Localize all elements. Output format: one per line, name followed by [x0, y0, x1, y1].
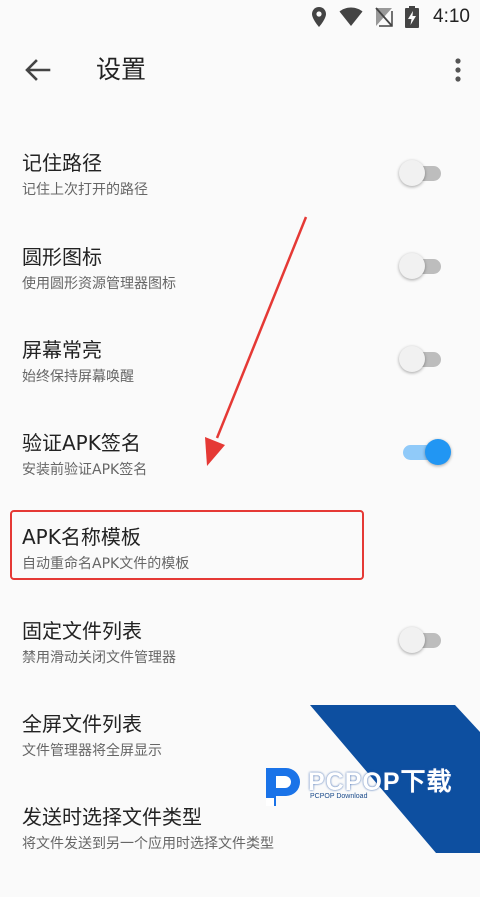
- watermark-sub: PCPOP Download: [310, 793, 368, 800]
- pcpop-logo-icon: [266, 768, 300, 806]
- watermark: PCPOP下载 PCPOP Download: [258, 700, 480, 853]
